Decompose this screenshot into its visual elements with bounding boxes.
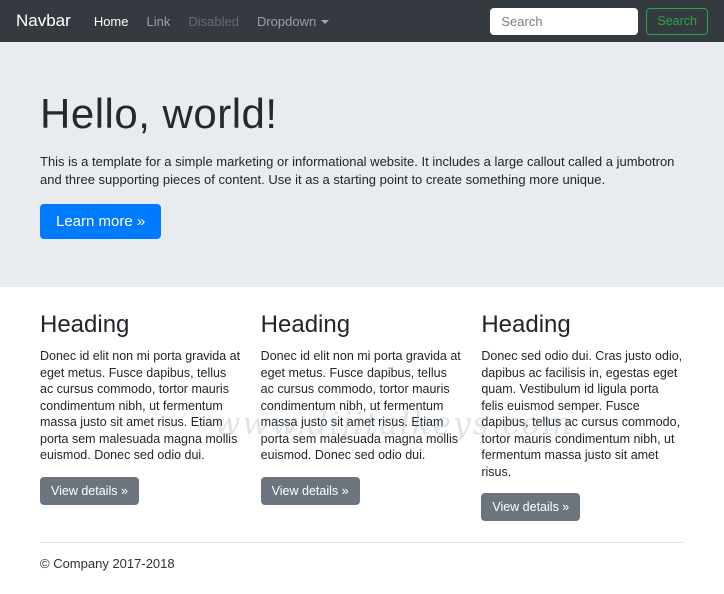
search-form: Search [490,7,708,35]
column-1: Heading Donec id elit non mi porta gravi… [40,311,243,521]
search-input[interactable] [490,7,639,35]
jumbotron-description: This is a template for a simple marketin… [40,154,675,187]
column-heading: Heading [481,311,571,338]
footer: © Company 2017-2018 [40,542,684,571]
column-3: Heading Donec sed odio dui. Cras justo o… [481,311,684,521]
navbar: Navbar Home Link Disabled Dropdown Searc… [0,0,724,42]
column-body: Donec id elit non mi porta gravida at eg… [40,349,241,462]
column-body: Donec sed odio dui. Cras justo odio, dap… [481,349,683,479]
view-details-button-1[interactable]: View details » [40,476,139,505]
jumbotron: Hello, world! This is a template for a s… [0,42,724,287]
column-2: Heading Donec id elit non mi porta gravi… [260,311,464,521]
page-title: Hello, world! [40,90,278,137]
column-heading: Heading [260,311,351,338]
nav-item-dropdown[interactable]: Dropdown [248,14,338,29]
column-body: Donec id elit non mi porta gravida at eg… [260,349,461,462]
nav-item-link[interactable]: Link [138,14,180,29]
copyright-text: © Company 2017-2018 [40,556,175,571]
nav-item-disabled: Disabled [188,13,239,29]
footer-divider [40,542,684,543]
content-columns: Heading Donec id elit non mi porta gravi… [40,311,684,521]
search-button[interactable]: Search [646,7,708,35]
dropdown-label: Dropdown [256,13,317,29]
learn-more-button[interactable]: Learn more » [40,204,162,239]
navbar-links: Home Link Disabled Dropdown [85,14,338,29]
navbar-brand[interactable]: Navbar [16,11,71,31]
nav-item-home[interactable]: Home [85,14,138,29]
caret-down-icon [321,19,330,24]
view-details-button-2[interactable]: View details » [260,476,360,505]
column-heading: Heading [40,311,130,338]
view-details-button-3[interactable]: View details » [481,493,581,521]
